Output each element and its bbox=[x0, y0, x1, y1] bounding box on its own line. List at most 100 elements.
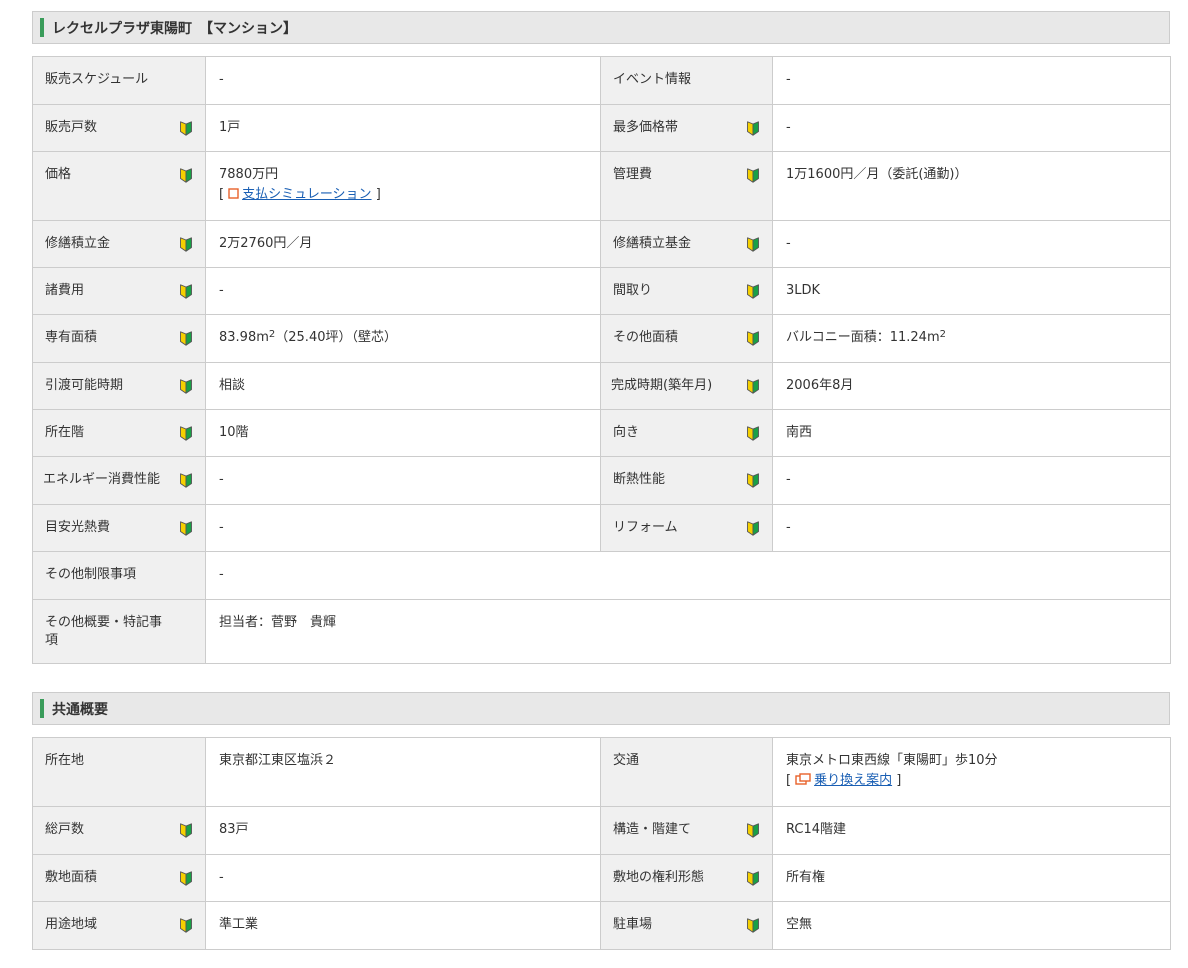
spec-value: 東京メトロ東西線「東陽町」歩10分 bbox=[786, 753, 998, 768]
spec-label: 用途地域 bbox=[45, 917, 98, 932]
section-title: レクセルプラザ東陽町 【マンション】 bbox=[52, 20, 297, 37]
spec-value-cell: 3LDK bbox=[772, 267, 1171, 315]
beginner-mark-icon bbox=[747, 473, 759, 488]
spec-label-cell: 修繕積立金 bbox=[32, 220, 206, 268]
spec-label: その他面積 bbox=[613, 330, 679, 345]
spec-value-cell: 1万1600円／月（委託(通勤)） bbox=[772, 151, 1171, 221]
spec-label: 敷地面積 bbox=[45, 870, 98, 885]
spec-value-cell: - bbox=[772, 104, 1171, 152]
spec-label-cell: 交通 bbox=[600, 737, 773, 807]
spec-label-cell: 断熱性能 bbox=[600, 456, 773, 505]
beginner-mark-icon bbox=[180, 426, 192, 441]
spec-value-cell: - bbox=[205, 56, 601, 105]
spec-label-cell: 目安光熱費 bbox=[32, 504, 206, 552]
spec-value-cell: バルコニー面積：11.24m2 bbox=[772, 314, 1171, 363]
spec-value-cell: 東京メトロ東西線「東陽町」歩10分 [乗り換え案内 ] bbox=[772, 737, 1171, 807]
spec-value-cell: 準工業 bbox=[205, 901, 601, 950]
spec-label-cell: エネルギー消費性能 bbox=[32, 456, 206, 505]
spec-value: - bbox=[219, 72, 224, 87]
spec-row: 引渡可能時期 相談 完成時期(築年月) 2006年8月 bbox=[32, 362, 1171, 410]
window-icon bbox=[795, 773, 811, 785]
spec-value-cell: 7880万円 [支払シミュレーション ] bbox=[205, 151, 601, 221]
beginner-mark-icon bbox=[180, 473, 192, 488]
spec-label: 専有面積 bbox=[45, 330, 98, 345]
spec-label-cell: 敷地の権利形態 bbox=[600, 854, 773, 902]
spec-value-suffix: （25.40坪）（壁芯） bbox=[275, 330, 397, 345]
spec-row: エネルギー消費性能 - 断熱性能 - bbox=[32, 456, 1171, 505]
spec-table: 所在地 東京都江東区塩浜２ 交通 東京メトロ東西線「東陽町」歩10分 [乗り換え案内 ]… bbox=[32, 737, 1171, 950]
spec-value-cell: 2万2760円／月 bbox=[205, 220, 601, 268]
spec-label: 所在階 bbox=[45, 425, 85, 440]
beginner-mark-icon bbox=[180, 168, 192, 183]
spec-label: エネルギー消費性能 bbox=[43, 472, 161, 487]
spec-row: 修繕積立金 2万2760円／月 修繕積立基金 - bbox=[32, 220, 1171, 268]
beginner-mark-icon bbox=[747, 331, 759, 346]
payment-simulation-link[interactable]: 支払シミュレーション bbox=[242, 187, 371, 202]
spec-row: 所在地 東京都江東区塩浜２ 交通 東京メトロ東西線「東陽町」歩10分 [乗り換え案内 ] bbox=[32, 737, 1171, 807]
beginner-mark-icon bbox=[180, 521, 192, 536]
spec-row: その他概要・特記事項 担当者：菅野 貴輝 bbox=[32, 599, 1171, 664]
spec-label-cell: その他制限事項 bbox=[32, 551, 206, 600]
section-title: 共通概要 bbox=[52, 701, 108, 718]
spec-label: 駐車場 bbox=[613, 917, 653, 932]
spec-value-cell: 東京都江東区塩浜２ bbox=[205, 737, 601, 807]
beginner-mark-icon bbox=[747, 379, 759, 394]
spec-label-cell: その他概要・特記事項 bbox=[32, 599, 206, 664]
spec-row: 専有面積 83.98m2（25.40坪）（壁芯） その他面積 バルコニー面積：11.2… bbox=[32, 314, 1171, 363]
section-accent-bar bbox=[40, 699, 44, 718]
spec-value: - bbox=[786, 520, 791, 535]
transfer-guide-link[interactable]: 乗り換え案内 bbox=[814, 773, 892, 788]
spec-label-cell: 所在地 bbox=[32, 737, 206, 807]
spec-value: 1戸 bbox=[219, 120, 241, 135]
spec-label: 交通 bbox=[613, 753, 640, 768]
spec-value-cell: - bbox=[772, 456, 1171, 505]
spec-value: 10階 bbox=[219, 425, 249, 440]
beginner-mark-icon bbox=[180, 331, 192, 346]
beginner-mark-icon bbox=[747, 871, 759, 886]
spec-label-cell: 総戸数 bbox=[32, 806, 206, 855]
spec-row: 販売戸数 1戸 最多価格帯 - bbox=[32, 104, 1171, 152]
spec-value: RC14階建 bbox=[786, 822, 847, 837]
spec-value-cell: 83戸 bbox=[205, 806, 601, 855]
spec-label-cell: 間取り bbox=[600, 267, 773, 315]
beginner-mark-icon bbox=[747, 237, 759, 252]
spec-label: 修繕積立金 bbox=[45, 236, 111, 251]
spec-label-cell: 修繕積立基金 bbox=[600, 220, 773, 268]
spec-label-cell: 完成時期(築年月) bbox=[600, 362, 773, 410]
spec-label: 販売戸数 bbox=[45, 120, 98, 135]
spec-value-cell: - bbox=[205, 504, 601, 552]
beginner-mark-icon bbox=[180, 121, 192, 136]
spec-label-cell: 管理費 bbox=[600, 151, 773, 221]
spec-row: 総戸数 83戸 構造・階建て RC14階建 bbox=[32, 806, 1171, 855]
square-icon bbox=[228, 188, 239, 199]
spec-label-cell: リフォーム bbox=[600, 504, 773, 552]
spec-label: 構造・階建て bbox=[613, 822, 692, 837]
spec-value: 東京都江東区塩浜２ bbox=[219, 753, 337, 768]
spec-label: 価格 bbox=[45, 167, 72, 182]
spec-value: 1万1600円／月（委託(通勤)） bbox=[786, 167, 968, 182]
spec-value: - bbox=[786, 236, 791, 251]
spec-value-cell: 相談 bbox=[205, 362, 601, 410]
beginner-mark-icon bbox=[180, 379, 192, 394]
spec-value-cell: - bbox=[205, 456, 601, 505]
spec-value: 3LDK bbox=[786, 283, 821, 298]
spec-value: 南西 bbox=[786, 425, 813, 440]
beginner-mark-icon bbox=[747, 168, 759, 183]
beginner-mark-icon bbox=[747, 521, 759, 536]
spec-label: 最多価格帯 bbox=[613, 120, 679, 135]
spec-label: その他概要・特記事項 bbox=[45, 615, 163, 648]
spec-row: 価格 7880万円 [支払シミュレーション ] 管理費 1万1600円／月（委託(通勤)… bbox=[32, 151, 1171, 221]
beginner-mark-icon bbox=[180, 871, 192, 886]
spec-label-cell: 敷地面積 bbox=[32, 854, 206, 902]
spec-value: 空無 bbox=[786, 917, 813, 932]
spec-value: 相談 bbox=[219, 378, 246, 393]
spec-value: - bbox=[786, 120, 791, 135]
spec-value: - bbox=[219, 870, 224, 885]
unit-superscript: 2 bbox=[939, 329, 946, 340]
spec-value-cell: - bbox=[772, 504, 1171, 552]
spec-value-cell: 空無 bbox=[772, 901, 1171, 950]
spec-value: 83戸 bbox=[219, 822, 249, 837]
spec-label: 向き bbox=[613, 425, 640, 440]
spec-row: 用途地域 準工業 駐車場 空無 bbox=[32, 901, 1171, 950]
beginner-mark-icon bbox=[180, 284, 192, 299]
